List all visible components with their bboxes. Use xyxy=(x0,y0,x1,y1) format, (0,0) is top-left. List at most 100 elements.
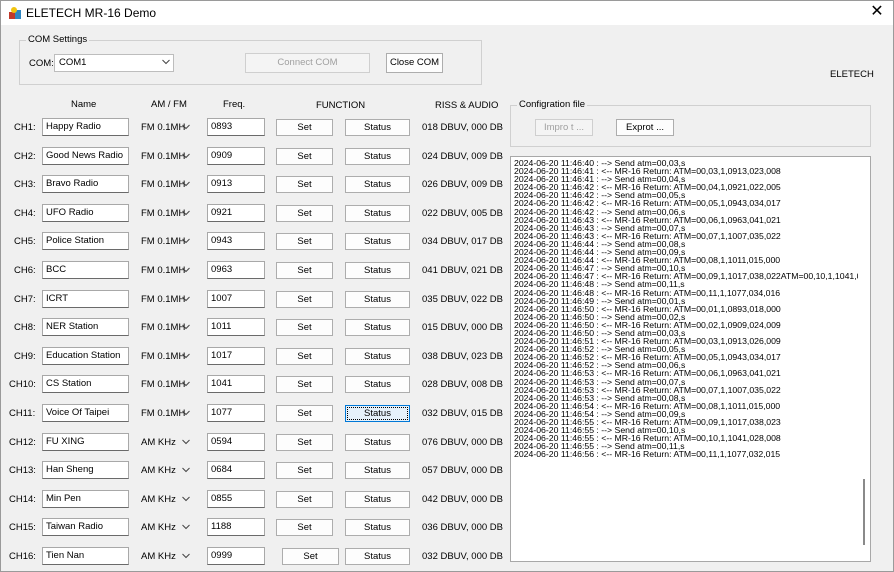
freq-input[interactable]: 1017 xyxy=(207,347,265,365)
freq-input[interactable]: 0893 xyxy=(207,118,265,136)
freq-input[interactable]: 1188 xyxy=(207,518,265,536)
status-button[interactable]: Status xyxy=(345,291,410,308)
band-select[interactable]: FM 0.1MH xyxy=(136,205,194,223)
set-button[interactable]: Set xyxy=(276,434,333,451)
channel-name-input[interactable]: UFO Radio xyxy=(42,204,129,222)
band-select[interactable]: FM 0.1MH xyxy=(136,405,194,423)
freq-input[interactable]: 0913 xyxy=(207,175,265,193)
import-button[interactable]: Impro t ... xyxy=(535,119,593,136)
status-button[interactable]: Status xyxy=(345,491,410,508)
channel-name-input[interactable]: FU XING xyxy=(42,433,129,451)
status-button[interactable]: Status xyxy=(345,548,410,565)
channel-name-input[interactable]: Han Sheng xyxy=(42,461,129,479)
scrollbar-thumb[interactable] xyxy=(863,479,865,545)
freq-input[interactable]: 0909 xyxy=(207,147,265,165)
set-button[interactable]: Set xyxy=(276,319,333,336)
set-button[interactable]: Set xyxy=(276,119,333,136)
status-button[interactable]: Status xyxy=(345,119,410,136)
close-com-button[interactable]: Close COM xyxy=(386,53,443,73)
set-button[interactable]: Set xyxy=(276,491,333,508)
header-riss: RISS & AUDIO xyxy=(435,100,499,111)
set-button[interactable]: Set xyxy=(276,291,333,308)
band-select[interactable]: FM 0.1MH xyxy=(136,119,194,137)
channel-name-input[interactable]: Bravo Radio xyxy=(42,175,129,193)
channel-label: CH10: xyxy=(9,379,36,390)
status-button[interactable]: Status xyxy=(345,405,410,422)
channel-name-input[interactable]: Tien Nan xyxy=(42,547,129,565)
freq-input[interactable]: 0855 xyxy=(207,490,265,508)
freq-input[interactable]: 0594 xyxy=(207,433,265,451)
export-button[interactable]: Exprot ... xyxy=(616,119,674,136)
band-select[interactable]: AM KHz xyxy=(136,548,194,566)
horizontal-scrollbar[interactable] xyxy=(511,551,860,561)
set-button[interactable]: Set xyxy=(276,176,333,193)
channel-label: CH12: xyxy=(9,437,36,448)
channel-label: CH11: xyxy=(9,408,36,419)
vertical-scrollbar[interactable] xyxy=(858,157,870,561)
close-icon[interactable]: ✕ xyxy=(867,2,887,22)
channel-name-input[interactable]: ICRT xyxy=(42,290,129,308)
status-button[interactable]: Status xyxy=(345,205,410,222)
channel-label: CH6: xyxy=(14,265,36,276)
set-button[interactable]: Set xyxy=(276,462,333,479)
channel-label: CH3: xyxy=(14,179,36,190)
freq-input[interactable]: 0999 xyxy=(207,547,265,565)
band-select[interactable]: AM KHz xyxy=(136,434,194,452)
com-port-select[interactable]: COM1 xyxy=(54,54,174,72)
band-select[interactable]: AM KHz xyxy=(136,491,194,509)
band-select[interactable]: FM 0.1MH xyxy=(136,348,194,366)
log-output[interactable]: 2024-06-20 11:46:40 : --> Send atm=00,03… xyxy=(510,156,871,562)
freq-input[interactable]: 1007 xyxy=(207,290,265,308)
channel-name-input[interactable]: NER Station xyxy=(42,318,129,336)
status-button[interactable]: Status xyxy=(345,233,410,250)
channel-name-input[interactable]: Min Pen xyxy=(42,490,129,508)
set-button[interactable]: Set xyxy=(276,205,333,222)
band-select[interactable]: FM 0.1MH xyxy=(136,376,194,394)
connect-com-button[interactable]: Connect COM xyxy=(245,53,370,73)
channel-name-input[interactable]: Voice Of Taipei xyxy=(42,404,129,422)
channel-name-input[interactable]: Education Station xyxy=(42,347,129,365)
status-button[interactable]: Status xyxy=(345,176,410,193)
band-select[interactable]: AM KHz xyxy=(136,462,194,480)
band-select[interactable]: FM 0.1MH xyxy=(136,262,194,280)
set-button[interactable]: Set xyxy=(276,348,333,365)
channel-name-input[interactable]: Taiwan Radio xyxy=(42,518,129,536)
chevron-down-icon xyxy=(182,524,190,530)
status-button[interactable]: Status xyxy=(345,148,410,165)
riss-audio-value: 057 DBUV, 000 DB xyxy=(422,465,503,476)
status-button[interactable]: Status xyxy=(345,319,410,336)
status-button[interactable]: Status xyxy=(345,434,410,451)
channel-name-input[interactable]: CS Station xyxy=(42,375,129,393)
freq-input[interactable]: 0963 xyxy=(207,261,265,279)
channel-name-input[interactable]: Good News Radio xyxy=(42,147,129,165)
freq-input[interactable]: 0943 xyxy=(207,232,265,250)
band-value: FM 0.1MH xyxy=(141,122,186,133)
channel-name-input[interactable]: Happy Radio xyxy=(42,118,129,136)
freq-input[interactable]: 1077 xyxy=(207,404,265,422)
band-select[interactable]: FM 0.1MH xyxy=(136,291,194,309)
band-select[interactable]: FM 0.1MH xyxy=(136,233,194,251)
set-button[interactable]: Set xyxy=(276,233,333,250)
chevron-down-icon xyxy=(182,267,190,273)
status-button[interactable]: Status xyxy=(345,462,410,479)
status-button[interactable]: Status xyxy=(345,348,410,365)
band-select[interactable]: FM 0.1MH xyxy=(136,319,194,337)
set-button[interactable]: Set xyxy=(276,405,333,422)
set-button[interactable]: Set xyxy=(276,262,333,279)
freq-input[interactable]: 0921 xyxy=(207,204,265,222)
set-button[interactable]: Set xyxy=(276,519,333,536)
status-button[interactable]: Status xyxy=(345,519,410,536)
status-button[interactable]: Status xyxy=(345,376,410,393)
band-select[interactable]: AM KHz xyxy=(136,519,194,537)
set-button[interactable]: Set xyxy=(282,548,339,565)
freq-input[interactable]: 1041 xyxy=(207,375,265,393)
set-button[interactable]: Set xyxy=(276,148,333,165)
channel-name-input[interactable]: Police Station xyxy=(42,232,129,250)
status-button[interactable]: Status xyxy=(345,262,410,279)
band-select[interactable]: FM 0.1MH xyxy=(136,148,194,166)
freq-input[interactable]: 0684 xyxy=(207,461,265,479)
band-select[interactable]: FM 0.1MH xyxy=(136,176,194,194)
set-button[interactable]: Set xyxy=(276,376,333,393)
channel-name-input[interactable]: BCC xyxy=(42,261,129,279)
freq-input[interactable]: 1011 xyxy=(207,318,265,336)
